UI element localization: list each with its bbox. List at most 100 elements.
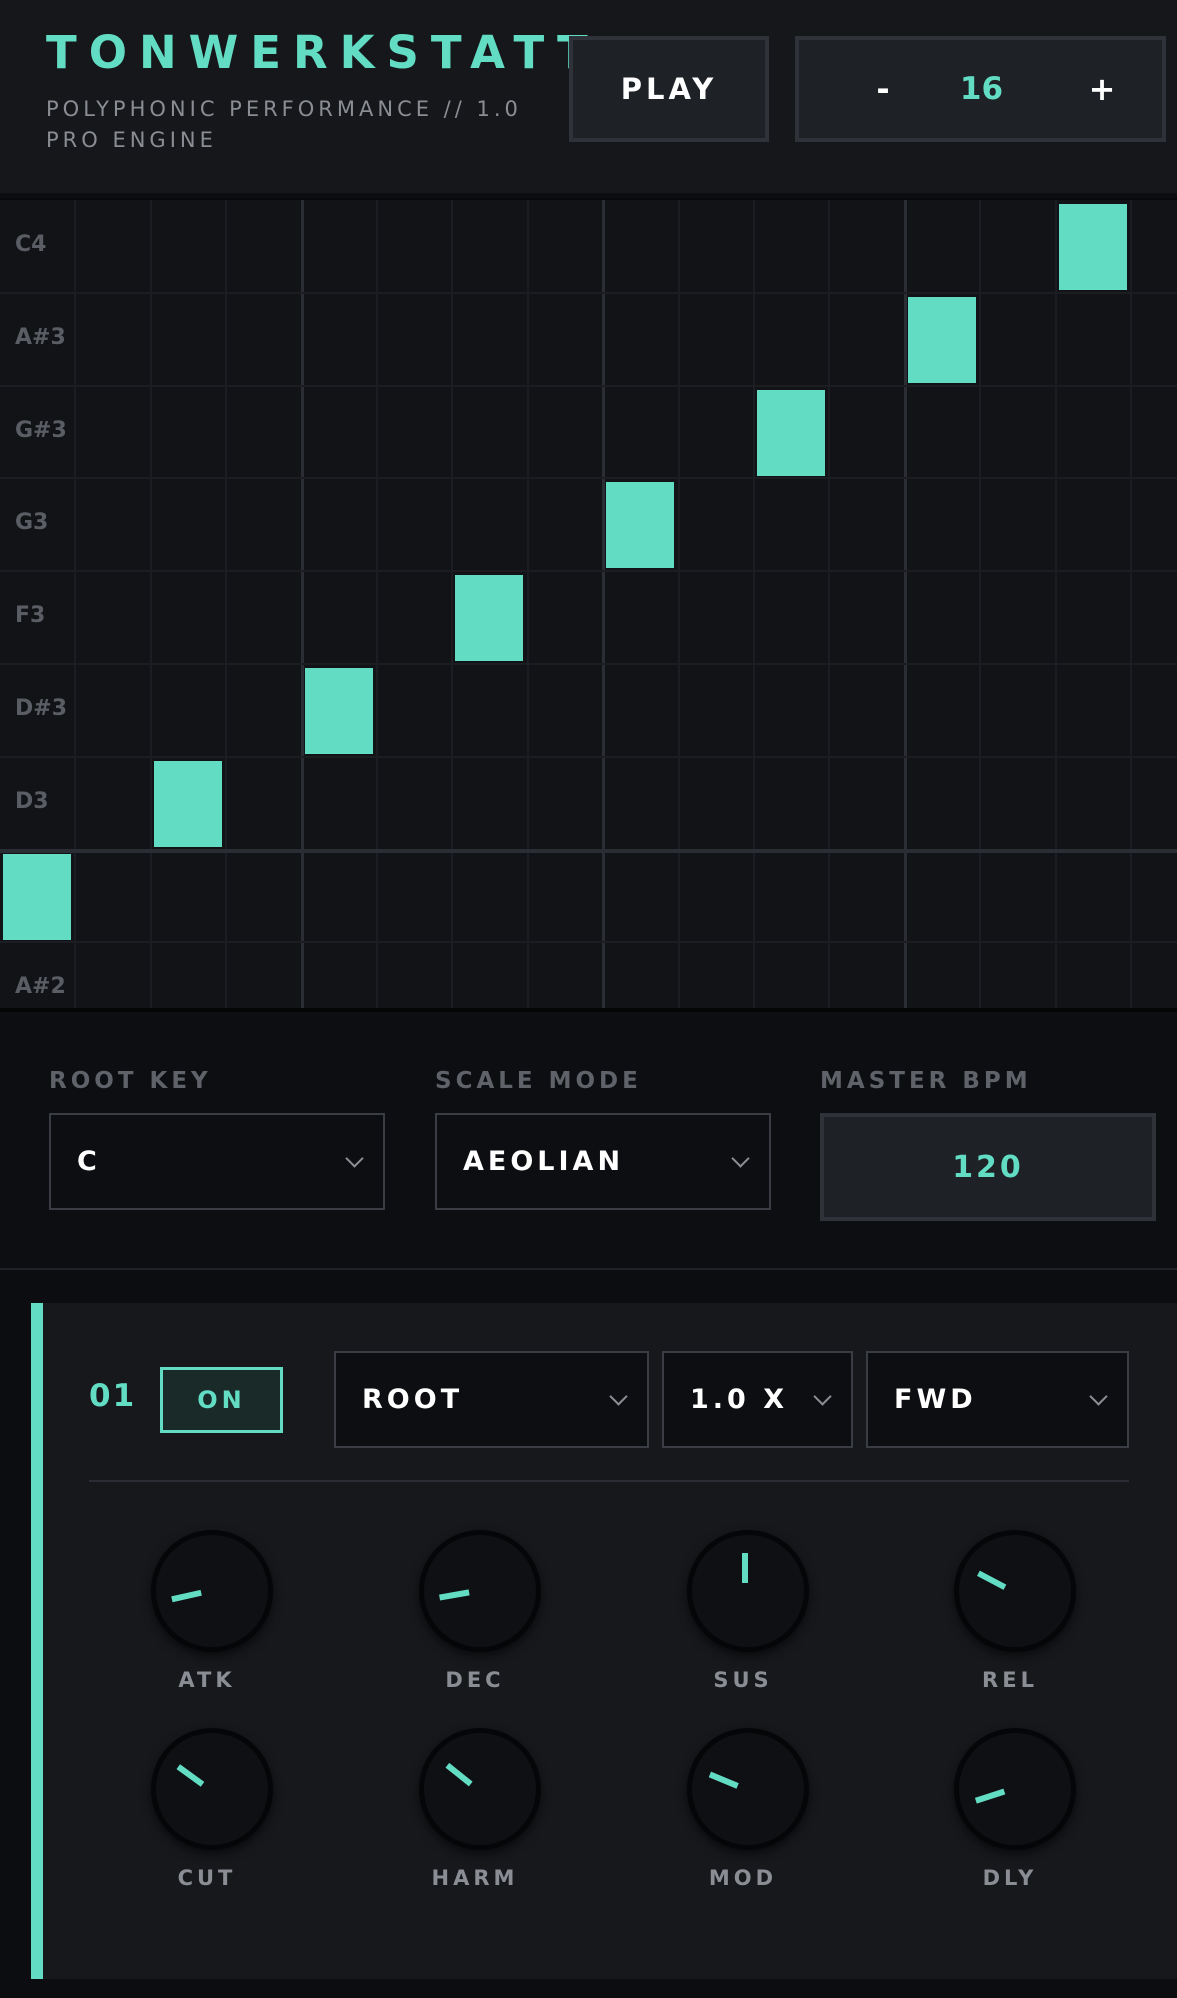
track-rate-value: 1.0 X <box>690 1384 789 1415</box>
grid-row-line <box>0 663 1177 665</box>
knob-indicator <box>445 1762 479 1791</box>
grid-column-line <box>225 200 228 1008</box>
steps-value: 16 <box>959 71 1004 107</box>
note-label: F3 <box>15 603 46 629</box>
note-label: G3 <box>15 510 49 536</box>
scale-mode-label: SCALE MODE <box>435 1068 642 1094</box>
knob-mod[interactable] <box>687 1728 809 1850</box>
note-block[interactable] <box>153 760 222 847</box>
knob-indicator-mark <box>439 1589 470 1601</box>
grid-column-line <box>149 200 152 1008</box>
grid-column-line <box>1130 200 1132 1008</box>
knob-indicator-mark <box>171 1589 202 1603</box>
knob-indicator <box>977 1570 1013 1593</box>
track-on-toggle[interactable]: ON <box>160 1367 283 1433</box>
note-block[interactable] <box>606 482 675 569</box>
app-title: TONWERKSTATT <box>46 26 600 79</box>
steps-stepper: - 16 + <box>795 36 1166 142</box>
scale-mode-value: AEOLIAN <box>463 1146 625 1177</box>
knob-harm[interactable] <box>419 1728 541 1850</box>
grid-column-line <box>979 200 982 1008</box>
grid-column-line <box>300 200 304 1008</box>
grid-column-line <box>1054 200 1057 1008</box>
note-label: A#3 <box>15 324 66 350</box>
track-rate-select[interactable]: 1.0 X <box>662 1351 853 1448</box>
play-button[interactable]: PLAY <box>569 36 769 142</box>
grid-column-line <box>828 200 831 1008</box>
note-block[interactable] <box>1058 204 1127 290</box>
root-key-select[interactable]: C <box>49 1113 385 1210</box>
master-bpm-input[interactable]: 120 <box>820 1113 1156 1221</box>
knob-dly[interactable] <box>954 1728 1076 1850</box>
grid-column-line <box>526 200 529 1008</box>
track-accent-bar <box>31 1303 43 1979</box>
grid-row-line <box>0 477 1177 480</box>
note-block[interactable] <box>757 389 825 476</box>
knob-label: ATK <box>178 1668 236 1692</box>
grid-column-line <box>451 200 454 1008</box>
chevron-down-icon <box>813 1386 832 1406</box>
knob-indicator-mark <box>974 1788 1006 1804</box>
knob-label: MOD <box>708 1866 778 1890</box>
knob-atk[interactable] <box>151 1530 273 1652</box>
knob-cut[interactable] <box>151 1728 273 1850</box>
knob-indicator <box>708 1771 746 1792</box>
knob-indicator-mark <box>176 1764 205 1787</box>
grid-column-line <box>903 200 907 1008</box>
knob-indicator <box>974 1786 1013 1804</box>
chevron-down-icon <box>1089 1386 1108 1406</box>
knob-indicator-mark <box>977 1570 1007 1590</box>
knob-indicator <box>171 1588 210 1603</box>
knob-indicator-mark <box>708 1771 739 1789</box>
knob-label: CUT <box>177 1866 237 1890</box>
scale-mode-select[interactable]: AEOLIAN <box>435 1113 771 1210</box>
grid-row-line <box>0 384 1177 387</box>
note-block[interactable] <box>455 575 524 662</box>
decrement-button[interactable]: - <box>853 40 913 138</box>
increment-button[interactable]: + <box>1072 40 1132 138</box>
grid-row-line <box>0 848 1177 853</box>
knob-label: REL <box>982 1668 1038 1692</box>
chevron-down-icon <box>731 1148 750 1168</box>
piano-roll-grid[interactable]: C4 A#3 G#3 G3 F3 D#3 D3 A#2 <box>0 198 1177 1014</box>
knob-rel[interactable] <box>954 1530 1076 1652</box>
track-source-select[interactable]: ROOT <box>334 1351 649 1448</box>
track-divider <box>89 1480 1129 1482</box>
chevron-down-icon <box>609 1386 628 1406</box>
note-block[interactable] <box>304 668 373 754</box>
grid-column-line <box>602 200 606 1008</box>
root-key-value: C <box>77 1146 101 1177</box>
knob-label: SUS <box>713 1668 773 1692</box>
knob-indicator <box>742 1553 748 1591</box>
chevron-down-icon <box>345 1148 364 1168</box>
knob-label: DLY <box>982 1866 1038 1890</box>
note-label: G#3 <box>15 417 67 443</box>
grid-column-line <box>376 200 378 1008</box>
app-subtitle: POLYPHONIC PERFORMANCE // 1.0 PRO ENGINE <box>46 97 522 152</box>
knob-indicator-mark <box>445 1762 473 1787</box>
grid-column-line <box>677 200 680 1008</box>
grid-column-line <box>753 200 755 1008</box>
grid-column-line <box>74 200 77 1008</box>
note-block[interactable] <box>907 296 976 383</box>
track-source-value: ROOT <box>362 1384 464 1415</box>
grid-row-line <box>0 755 1177 758</box>
knob-indicator <box>176 1764 211 1791</box>
track-number: 01 <box>89 1378 137 1414</box>
grid-row-line <box>0 941 1177 944</box>
grid-row-line <box>0 570 1177 573</box>
track-direction-select[interactable]: FWD <box>866 1351 1129 1448</box>
note-block[interactable] <box>3 853 71 940</box>
note-label: D#3 <box>15 696 68 721</box>
root-key-label: ROOT KEY <box>49 1068 212 1094</box>
note-label: D3 <box>15 788 49 814</box>
note-label: C4 <box>15 232 47 257</box>
grid-row-line <box>0 291 1177 294</box>
header: TONWERKSTATT POLYPHONIC PERFORMANCE // 1… <box>0 0 1177 193</box>
knob-indicator <box>439 1588 478 1601</box>
knob-sus[interactable] <box>687 1530 809 1652</box>
track-direction-value: FWD <box>894 1384 977 1415</box>
knob-dec[interactable] <box>419 1530 541 1652</box>
knob-label: DEC <box>445 1668 505 1692</box>
note-label: A#2 <box>15 974 66 1000</box>
